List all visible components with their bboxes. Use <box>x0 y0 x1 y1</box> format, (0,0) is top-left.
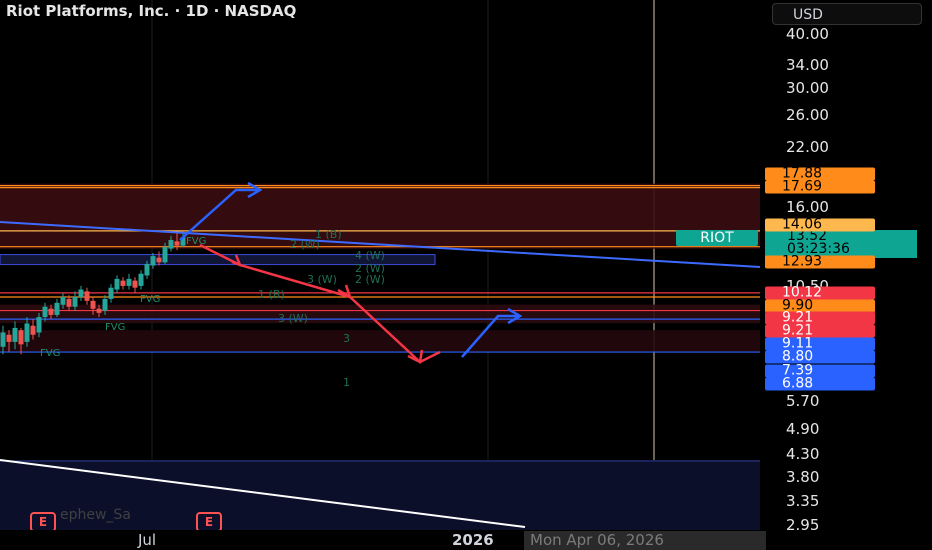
price-tick-label: 3.80 <box>786 468 820 487</box>
price-tick-label: 40.00 <box>786 25 829 43</box>
price-tick-label: 16.00 <box>786 197 829 216</box>
price-candle <box>18 330 24 345</box>
fvg-label: FVG <box>140 294 160 305</box>
price-candle <box>84 291 90 301</box>
price-candle <box>150 256 156 266</box>
earnings-event-icon[interactable]: E <box>196 512 222 530</box>
chart-title: Riot Platforms, Inc. · 1D · NASDAQ <box>6 2 297 20</box>
price-candle <box>120 280 126 286</box>
wave-label: 1 <box>343 376 350 389</box>
price-candle <box>30 325 36 335</box>
symbol-price-label: RIOT <box>676 230 758 246</box>
price-tick-label: 5.70 <box>786 391 820 410</box>
price-candle <box>72 296 78 307</box>
price-candle <box>96 308 102 313</box>
price-candle <box>174 241 180 246</box>
price-candle <box>54 302 60 315</box>
price-candle <box>156 257 162 263</box>
price-candle <box>0 332 6 347</box>
price-tick-label: 3.35 <box>786 492 820 511</box>
time-axis-label-jul: Jul <box>138 531 157 549</box>
price-tick-label: 2.95 <box>786 516 820 534</box>
demand-zone <box>0 330 760 353</box>
price-candle <box>138 273 144 286</box>
earnings-event-icon[interactable]: E <box>30 512 56 530</box>
price-chart[interactable]: 1 (B)2 (W)4 (W)2 (W)3 (W) 2 (W)1 (B)3 (W)… <box>0 0 760 530</box>
price-candle <box>114 278 120 290</box>
price-level-badge: 12.93 <box>765 255 875 269</box>
price-level-badge: 6.88 <box>765 377 875 391</box>
price-candle <box>6 334 12 342</box>
price-candle <box>36 317 42 333</box>
crosshair-date-label: Mon Apr 06, 2026 <box>524 531 766 550</box>
wave-label: 4 (W) <box>355 249 385 262</box>
price-candle <box>162 247 168 263</box>
chart-area[interactable]: 1 (B) 2 (W) 4 (W) 2 (W) 3 (W) 2 (W) 1 (B) 3 (W)… <box>0 0 760 530</box>
price-candle <box>60 296 66 305</box>
price-candle <box>78 289 84 297</box>
price-level-badge: 14.06 <box>765 218 875 232</box>
price-axis[interactable]: 40.0034.0030.0026.0022.0016.0010.505.704… <box>760 0 932 550</box>
price-tick-label: 34.00 <box>786 55 829 74</box>
resistance-zone <box>0 183 760 249</box>
time-axis-label-2026: 2026 <box>452 531 494 549</box>
price-candle <box>90 300 96 309</box>
price-candle <box>144 263 150 276</box>
fvg-label: FVG <box>105 322 125 333</box>
price-candle <box>24 323 30 342</box>
supply-zone <box>0 304 760 324</box>
wave-label: 1 (B) <box>258 288 285 301</box>
price-candle <box>132 280 138 288</box>
price-tick-label: 30.00 <box>786 79 829 98</box>
wave-label: 2 (W) <box>290 238 320 251</box>
price-candle <box>42 306 48 318</box>
price-candle <box>108 287 114 299</box>
price-candle <box>126 278 132 286</box>
price-level-badge: 17.69 <box>765 180 875 194</box>
price-candle <box>168 239 174 249</box>
price-candle <box>48 308 54 315</box>
price-tick-label: 4.30 <box>786 445 820 464</box>
price-candle <box>102 298 108 311</box>
price-tick-label: 26.00 <box>786 106 829 125</box>
price-tick-label: 22.00 <box>786 137 829 156</box>
wave-label: 3 (W) <box>278 312 308 325</box>
fvg-label: FVG <box>186 236 206 247</box>
wave-label: 2 (W) <box>355 273 385 286</box>
author-watermark: ephew_Sa <box>60 507 131 523</box>
price-candle <box>66 298 72 307</box>
fvg-label: FVG <box>40 348 60 359</box>
price-tick-label: 4.90 <box>786 420 820 439</box>
price-candle <box>12 327 18 342</box>
wave-label: 3 (W) <box>307 273 337 286</box>
wave-label: 3 <box>343 332 350 345</box>
